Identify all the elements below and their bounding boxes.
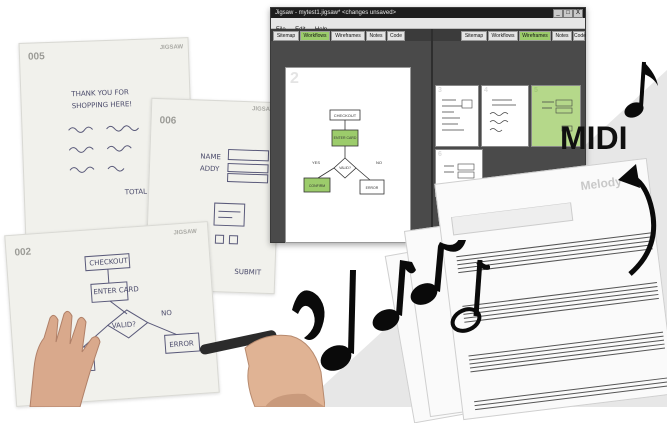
tab-notes-right[interactable]: Notes bbox=[552, 31, 572, 41]
window-title: Jigsaw - mytest1.jigsaw* <changes unsave… bbox=[275, 10, 397, 16]
tab-notes[interactable]: Notes bbox=[366, 31, 386, 41]
sheet-line: ERROR bbox=[169, 339, 195, 350]
current-page-canvas[interactable]: 2 CHECKOUT ENTER CARD VALID? YES NO CONF… bbox=[285, 67, 411, 243]
sheet-line: TOTAL bbox=[124, 187, 148, 197]
left-tab-bar: Sitemap Workflows Wireframes Notes Code bbox=[271, 29, 431, 41]
thumbnail-number: 5 bbox=[534, 87, 538, 94]
valid-label: VALID? bbox=[339, 166, 351, 170]
no-label: NO bbox=[376, 160, 382, 165]
left-pane: Sitemap Workflows Wireframes Notes Code … bbox=[271, 29, 433, 243]
thumbnail-sketch bbox=[442, 99, 473, 131]
sheet-line: VALID? bbox=[111, 320, 137, 331]
window-titlebar: Jigsaw - mytest1.jigsaw* <changes unsave… bbox=[271, 8, 585, 18]
sheet-number: 006 bbox=[159, 115, 177, 127]
sheet-brand: JIGSAW bbox=[159, 44, 184, 52]
tab-workflows-right[interactable]: Workflows bbox=[488, 31, 518, 41]
sheet-line: SUBMIT bbox=[234, 267, 262, 277]
enter-card-label: ENTER CARD bbox=[334, 136, 357, 140]
music-notes-icon bbox=[292, 240, 490, 371]
error-label: ERROR bbox=[366, 186, 379, 190]
tab-sitemap-right[interactable]: Sitemap bbox=[461, 31, 487, 41]
minimize-button[interactable]: _ bbox=[553, 9, 563, 18]
eighth-note-icon bbox=[624, 61, 658, 118]
thumbnail-number: 6 bbox=[438, 151, 442, 158]
close-button[interactable]: X bbox=[573, 9, 583, 18]
tab-wireframes-right[interactable]: Wireframes bbox=[519, 31, 551, 41]
confirm-label: CONFIRM bbox=[309, 184, 325, 188]
maximize-button[interactable]: □ bbox=[563, 9, 573, 18]
left-hand-photo bbox=[29, 310, 101, 407]
midi-label: MIDI bbox=[560, 120, 628, 156]
tab-workflows[interactable]: Workflows bbox=[300, 31, 330, 41]
card-sketch bbox=[213, 202, 246, 245]
page-thumbnail-4[interactable]: 4 bbox=[481, 85, 529, 147]
tab-code[interactable]: Code bbox=[387, 31, 405, 41]
tab-code-right[interactable]: Code bbox=[573, 31, 586, 41]
sheet-brand: JIGSAW bbox=[173, 228, 198, 237]
sheet-number: 005 bbox=[27, 51, 45, 63]
sheet-line: SHOPPING HERE! bbox=[71, 100, 133, 111]
thumbnail-number: 3 bbox=[438, 87, 442, 94]
tab-wireframes[interactable]: Wireframes bbox=[331, 31, 365, 41]
workflow-diagram: CHECKOUT ENTER CARD VALID? YES NO CONFIR… bbox=[303, 109, 385, 195]
thumbnail-sketch bbox=[489, 99, 516, 132]
right-tab-bar: Sitemap Workflows Wireframes Notes Code bbox=[433, 29, 586, 41]
yes-label: YES bbox=[312, 160, 320, 165]
tab-sitemap[interactable]: Sitemap bbox=[273, 31, 299, 41]
page-thumbnail-3[interactable]: 3 bbox=[435, 85, 479, 147]
form-sketch bbox=[226, 149, 270, 184]
thumbnail-number: 4 bbox=[484, 87, 488, 94]
checkout-label: CHECKOUT bbox=[334, 113, 357, 118]
sheet-line: NO bbox=[160, 308, 173, 318]
curved-arrow-icon bbox=[618, 164, 657, 276]
sheet-line: THANK YOU FOR bbox=[71, 88, 129, 99]
menu-bar: File Edit Help bbox=[271, 18, 585, 33]
sheet-number: 002 bbox=[14, 246, 32, 259]
